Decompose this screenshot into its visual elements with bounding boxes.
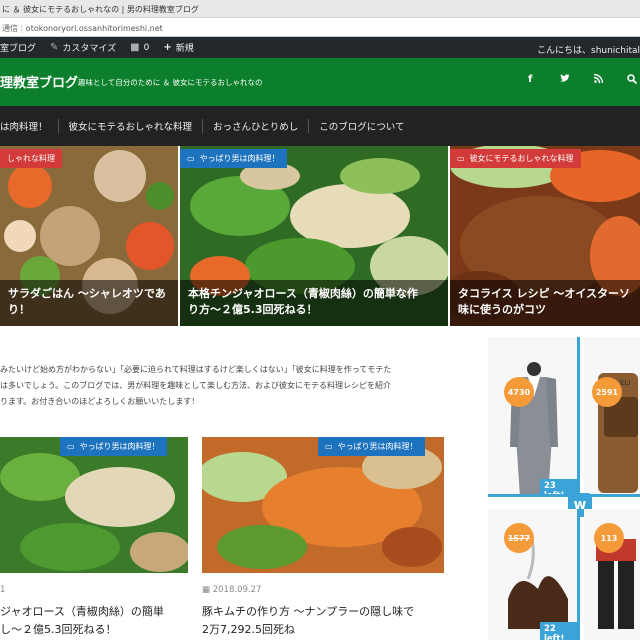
- site-header: 理教室ブログ 趣味として自分のために ＆ 彼女にモテるおしゃれなの f: [0, 58, 640, 106]
- price-badge: 4730: [504, 377, 534, 407]
- suit-image: [488, 337, 577, 494]
- price-badge: 2591: [592, 377, 622, 407]
- admin-new-link[interactable]: + 新規: [163, 41, 193, 54]
- post-date-2: ▦ 2018.09.27: [202, 585, 261, 595]
- featured-post-3[interactable]: ▭ 彼女にモテるおしゃれな料理 タコライス レシピ ～オイスターソ 味に使うのがコ…: [450, 146, 640, 326]
- plus-icon: +: [163, 42, 172, 53]
- category-label: 彼女にモテるおしゃれな料理: [469, 154, 574, 163]
- admin-customize-label: カスタマイズ: [62, 44, 117, 54]
- main-nav: は肉料理！ 彼女にモテるおしゃれな料理 おっさんひとりめし このブログについて: [0, 106, 640, 146]
- nav-item-meat[interactable]: は肉料理！: [0, 119, 58, 133]
- address-bar[interactable]: 通信 | otokonoryori.ossanhitorimeshi.net: [0, 18, 640, 37]
- folder-icon: ▭: [457, 154, 465, 163]
- featured-title-3[interactable]: タコライス レシピ ～オイスターソ 味に使うのがコツ: [450, 280, 640, 326]
- admin-greeting[interactable]: こんにちは、shunichital: [537, 43, 640, 56]
- sidebar-ad: 4730 23 left! 2591 ELI w 1577 22 left! 1…: [480, 337, 640, 640]
- ad-item-incense[interactable]: 1577 22 left!: [488, 509, 580, 640]
- featured-category-2[interactable]: ▭ やっぱり男は肉料理！: [180, 149, 287, 168]
- comment-icon: ■: [130, 42, 140, 53]
- post-image-1: [0, 437, 188, 573]
- category-label: しゃれな料理: [7, 154, 55, 163]
- folder-icon: ▭: [67, 442, 75, 451]
- post-title-1[interactable]: ジャオロース（青椒肉絲）の簡単 し～２億5.3回死ねる！: [0, 603, 164, 639]
- admin-comment-count: 0: [143, 42, 150, 53]
- url-text: otokonoryori.ossanhitorimeshi.net: [25, 24, 163, 33]
- rss-icon[interactable]: [593, 73, 604, 86]
- facebook-icon[interactable]: f: [528, 74, 532, 85]
- post-card-2[interactable]: ▭ やっぱり男は肉料理！: [202, 437, 444, 573]
- nav-item-about[interactable]: このブログについて: [309, 119, 414, 133]
- nav-item-solo[interactable]: おっさんひとりめし: [203, 119, 308, 133]
- admin-comments-link[interactable]: ■ 0: [130, 42, 149, 53]
- ad-item-suit[interactable]: 4730 23 left!: [488, 337, 580, 497]
- admin-site-link[interactable]: 室ブログ: [0, 41, 36, 54]
- admin-customize-link[interactable]: ✎ カスタマイズ: [50, 41, 116, 54]
- price-badge: 1577: [504, 523, 534, 553]
- folder-icon: ▭: [325, 442, 333, 451]
- watch-image: [584, 337, 640, 494]
- ad-item-boots[interactable]: 113: [584, 509, 640, 640]
- post-image-2: [202, 437, 444, 573]
- site-title[interactable]: 理教室ブログ: [0, 72, 78, 91]
- post-card-1[interactable]: ▭ やっぱり男は肉料理！: [0, 437, 188, 573]
- post-date-1: 1: [0, 585, 6, 595]
- ad-item-watch[interactable]: 2591 ELI: [584, 337, 640, 497]
- brand-text: ELI: [620, 379, 631, 387]
- browser-tab[interactable]: に ＆ 彼女にモテるおしゃれなの | 男の料理教室ブログ: [0, 0, 640, 18]
- folder-icon: ▭: [187, 154, 195, 163]
- featured-category-3[interactable]: ▭ 彼女にモテるおしゃれな料理: [450, 149, 581, 168]
- featured-post-1[interactable]: しゃれな料理 サラダごはん ～シャレオツであ り！: [0, 146, 178, 326]
- page: に ＆ 彼女にモテるおしゃれなの | 男の料理教室ブログ 通信 | otokon…: [0, 0, 640, 640]
- date-text: 2018.09.27: [212, 585, 262, 595]
- blog-intro: みたいけど始め方がわからない」「必要に迫られて料理はするけど楽しくはない」「彼女…: [0, 365, 392, 406]
- brush-icon: ✎: [50, 42, 59, 53]
- search-icon[interactable]: [627, 74, 638, 87]
- featured-category-1[interactable]: しゃれな料理: [0, 149, 62, 168]
- admin-site-label: 室ブログ: [0, 44, 37, 54]
- price-badge: 113: [594, 523, 624, 553]
- admin-new-label: 新規: [175, 44, 194, 54]
- featured-title-2[interactable]: 本格チンジャオロース（青椒肉絲）の簡単な作 り方～２億5.3回死ねる！: [180, 280, 448, 326]
- calendar-icon: ▦: [202, 585, 213, 595]
- site-tagline: 趣味として自分のために ＆ 彼女にモテるおしゃれなの: [78, 78, 263, 87]
- post-category-1[interactable]: ▭ やっぱり男は肉料理！: [60, 437, 167, 456]
- stock-badge: 22 left!: [540, 622, 577, 640]
- incense-image: [488, 509, 577, 640]
- post-title-2[interactable]: 豚キムチの作り方 ～ナンプラーの隠し味で 2万7,292.5回死ね: [202, 603, 414, 639]
- nav-item-stylish[interactable]: 彼女にモテるおしゃれな料理: [59, 119, 203, 133]
- post-category-2[interactable]: ▭ やっぱり男は肉料理！: [318, 437, 425, 456]
- category-label: やっぱり男は肉料理！: [337, 442, 418, 451]
- admin-bar: 室ブログ ✎ カスタマイズ ■ 0 + 新規 こんにちは、shunichital: [0, 37, 640, 58]
- category-label: やっぱり男は肉料理！: [199, 154, 280, 163]
- tab-title: に ＆ 彼女にモテるおしゃれなの | 男の料理教室ブログ: [2, 5, 199, 14]
- featured-post-2[interactable]: ▭ やっぱり男は肉料理！ 本格チンジャオロース（青椒肉絲）の簡単な作 り方～２億5…: [180, 146, 448, 326]
- twitter-icon[interactable]: [560, 74, 570, 86]
- security-label: 通信: [2, 24, 18, 33]
- featured-title-1[interactable]: サラダごはん ～シャレオツであ り！: [0, 280, 178, 326]
- category-label: やっぱり男は肉料理！: [79, 442, 160, 451]
